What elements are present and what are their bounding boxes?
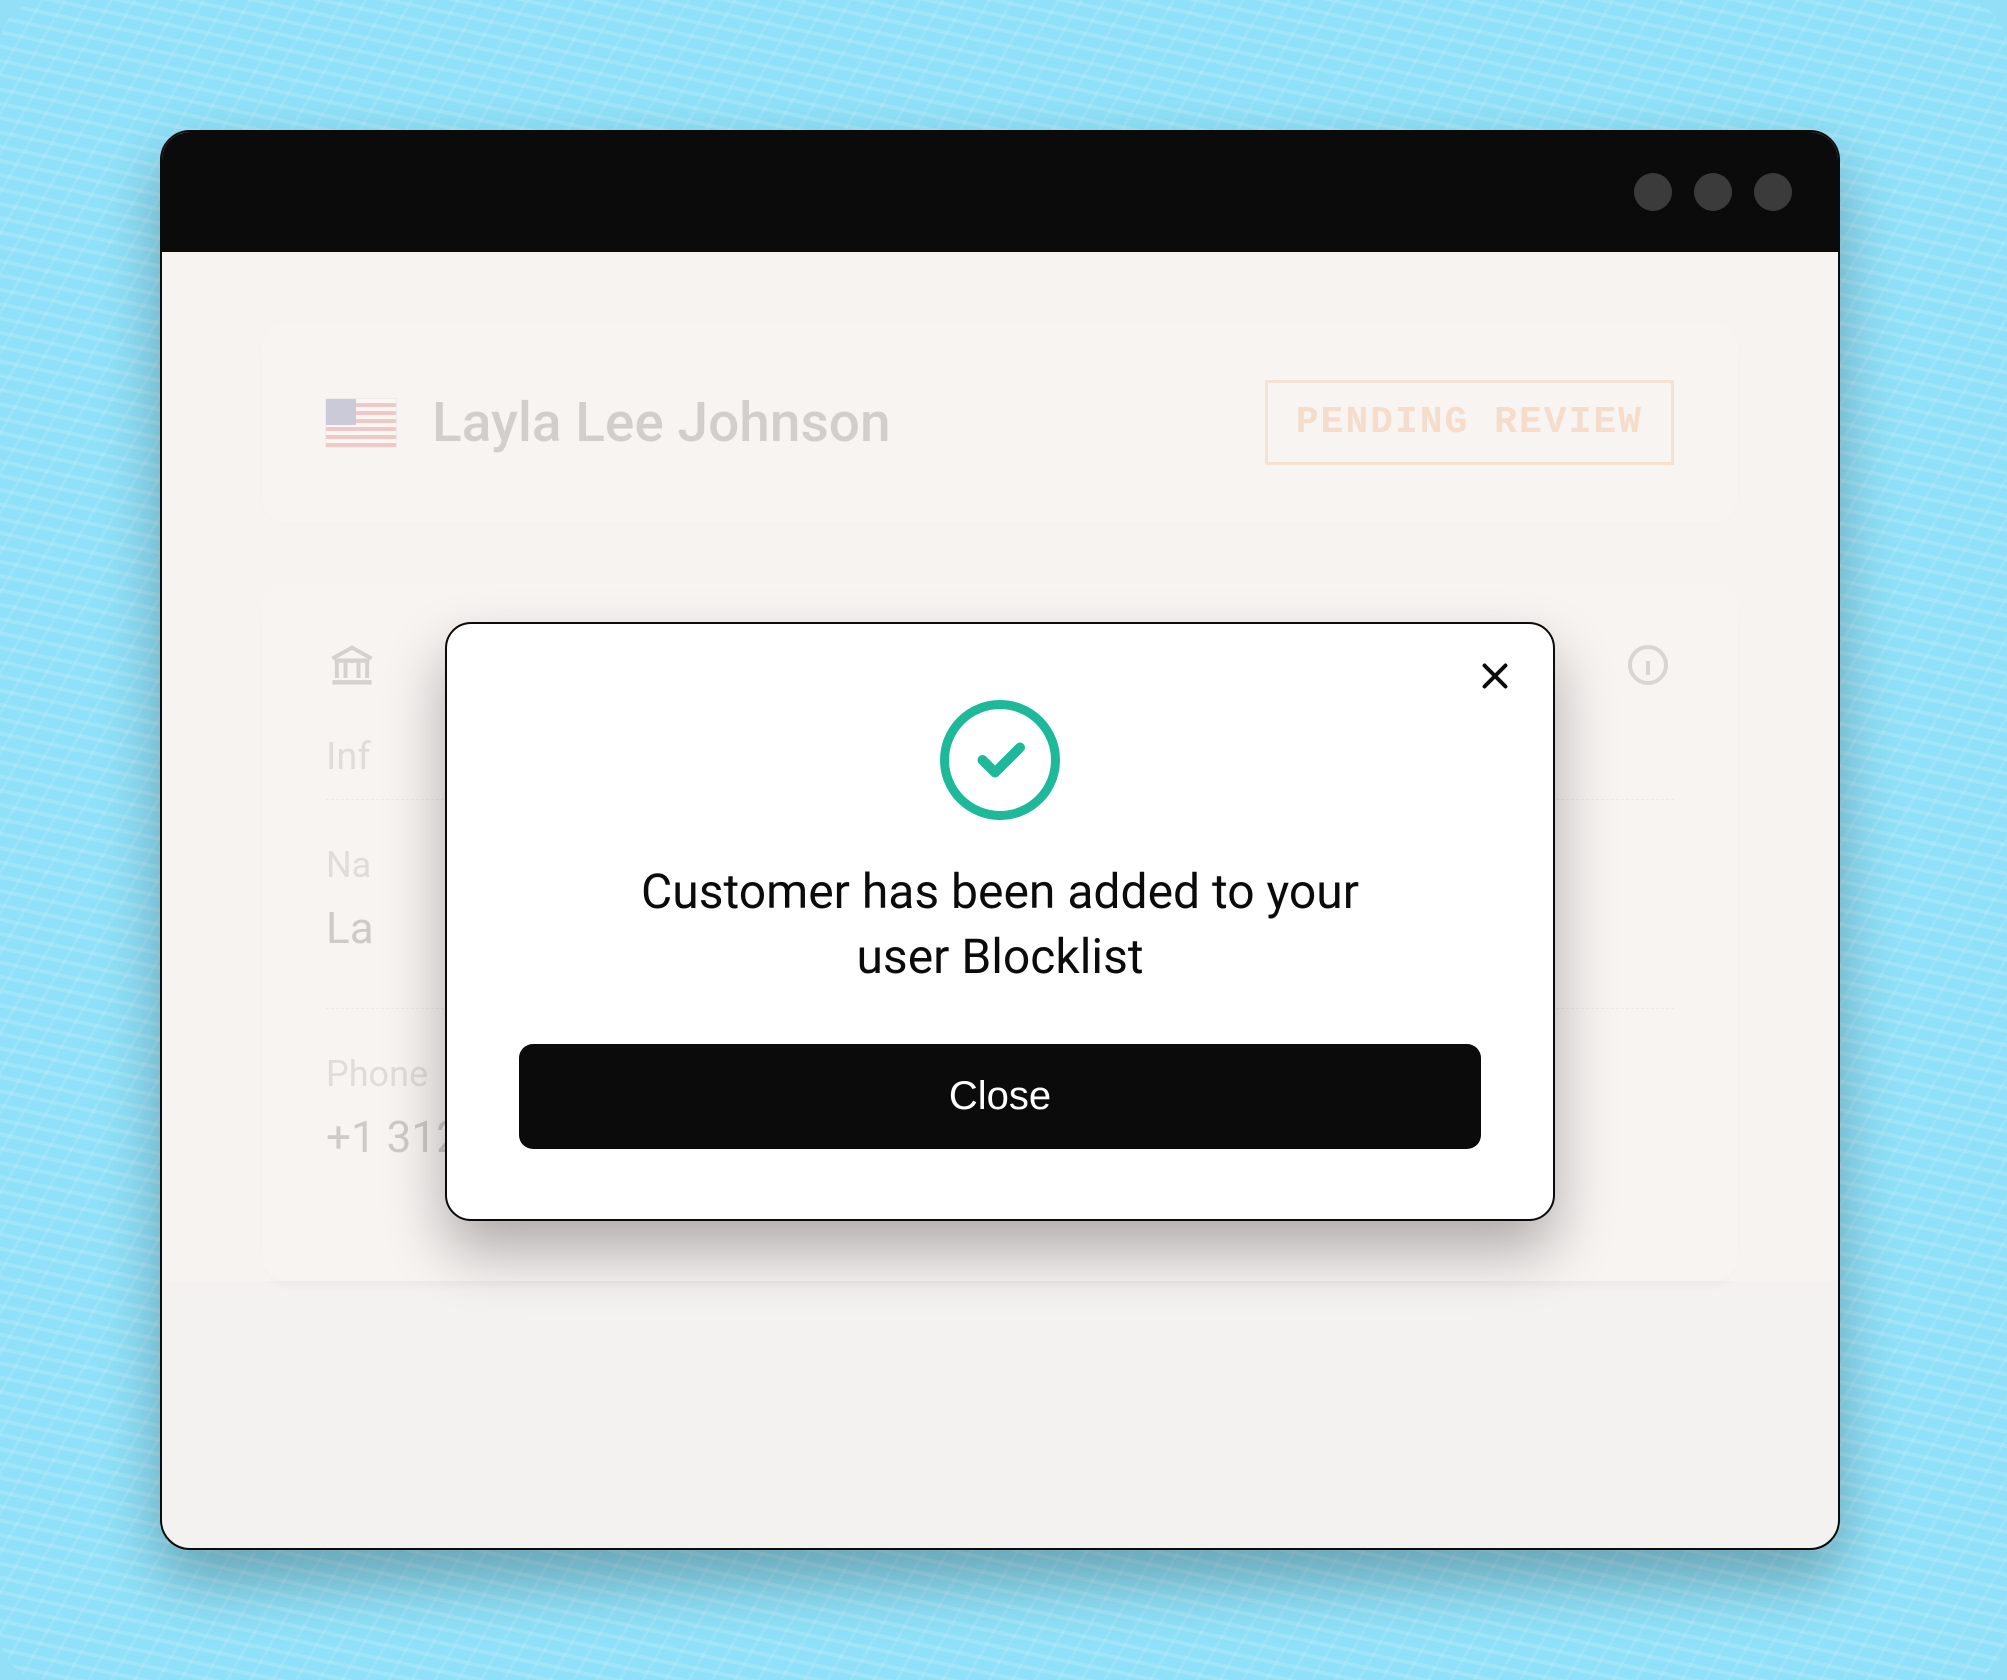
window-control-dot[interactable] (1634, 173, 1672, 211)
info-icon[interactable] (1622, 639, 1674, 691)
close-button[interactable]: Close (519, 1044, 1481, 1149)
customer-name-wrap: Layla Lee Johnson (326, 391, 891, 455)
customer-header-card: Layla Lee Johnson PENDING REVIEW (262, 322, 1738, 523)
status-badge: PENDING REVIEW (1265, 380, 1674, 465)
modal-message: Customer has been added to your user Blo… (620, 860, 1380, 990)
app-window: Layla Lee Johnson PENDING REVIEW (160, 130, 1840, 1550)
stage: Layla Lee Johnson PENDING REVIEW (0, 0, 2007, 1680)
window-content: Layla Lee Johnson PENDING REVIEW (162, 252, 1838, 1281)
window-control-dot[interactable] (1754, 173, 1792, 211)
check-circle-icon (940, 700, 1060, 820)
confirmation-modal: Customer has been added to your user Blo… (445, 622, 1555, 1221)
customer-name: Layla Lee Johnson (432, 391, 891, 455)
us-flag-icon (326, 399, 396, 447)
titlebar (162, 132, 1838, 252)
bank-icon (326, 639, 378, 691)
close-icon[interactable] (1473, 654, 1517, 698)
window-control-dot[interactable] (1694, 173, 1732, 211)
